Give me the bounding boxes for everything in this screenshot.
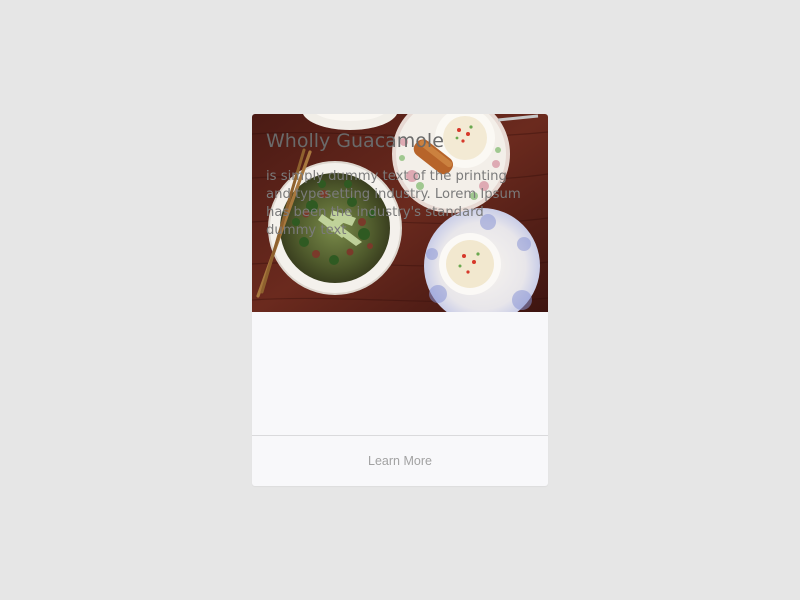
food-card: Wholly Guacamole is simply dummy text of… [252,114,548,486]
card-description: is simply dummy text of the printing and… [266,169,521,238]
card-title: Wholly Guacamole [266,130,444,152]
learn-more-button[interactable]: Learn More [252,436,548,486]
